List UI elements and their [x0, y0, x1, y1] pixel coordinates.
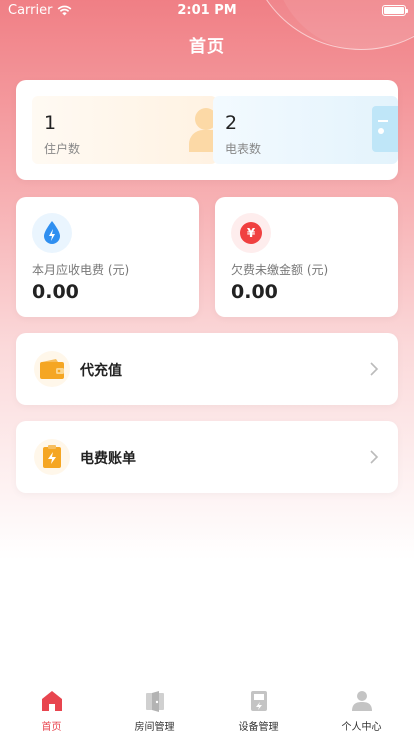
- tab-profile-label: 个人中心: [341, 722, 382, 733]
- summary-card: 1 住户数 2 电表数: [16, 80, 398, 180]
- unpaid-fee-label: 欠费未缴金额 (元): [231, 263, 329, 277]
- monthly-fee-label: 本月应收电费 (元): [32, 263, 130, 277]
- tab-home-label: 首页: [41, 722, 62, 733]
- meter-icon: [372, 106, 398, 152]
- residents-label: 住户数: [44, 142, 81, 156]
- user-icon: [351, 691, 372, 711]
- device-icon: [250, 691, 267, 711]
- battery-icon: [382, 5, 408, 16]
- residents-count: 1: [44, 112, 57, 134]
- meters-count: 2: [225, 112, 238, 134]
- bill-icon: [34, 439, 70, 475]
- water-drop-bolt-icon: [32, 213, 72, 253]
- tab-profile[interactable]: 个人中心: [310, 686, 413, 736]
- door-icon: [145, 691, 164, 712]
- tab-devices-label: 设备管理: [238, 722, 279, 733]
- home-icon: [41, 691, 62, 711]
- chevron-right-icon: [370, 450, 379, 464]
- tab-home[interactable]: 首页: [0, 686, 103, 736]
- yuan-icon: ¥: [231, 213, 271, 253]
- monthly-fee-value: 0.00: [32, 281, 79, 303]
- recharge-label: 代充值: [80, 363, 122, 379]
- bill-row[interactable]: 电费账单: [16, 421, 398, 493]
- page-title: 首页: [189, 37, 225, 57]
- status-time: 2:01 PM: [177, 3, 237, 18]
- tab-rooms[interactable]: 房间管理: [103, 686, 206, 736]
- bill-label: 电费账单: [80, 451, 136, 467]
- wallet-icon: [34, 351, 70, 387]
- residents-stat[interactable]: 1 住户数: [32, 96, 217, 164]
- tab-devices[interactable]: 设备管理: [207, 686, 310, 736]
- tab-bar: 首页 房间管理 设备管理 个人中心: [0, 686, 414, 736]
- status-bar: Carrier 2:01 PM: [0, 0, 414, 22]
- tab-rooms-label: 房间管理: [134, 722, 175, 733]
- monthly-fee-card[interactable]: 本月应收电费 (元) 0.00: [16, 197, 199, 317]
- meters-label: 电表数: [225, 142, 262, 156]
- meters-stat[interactable]: 2 电表数: [213, 96, 398, 164]
- unpaid-fee-value: 0.00: [231, 281, 278, 303]
- recharge-row[interactable]: 代充值: [16, 333, 398, 405]
- unpaid-fee-card[interactable]: ¥ 欠费未缴金额 (元) 0.00: [215, 197, 398, 317]
- chevron-right-icon: [370, 362, 379, 376]
